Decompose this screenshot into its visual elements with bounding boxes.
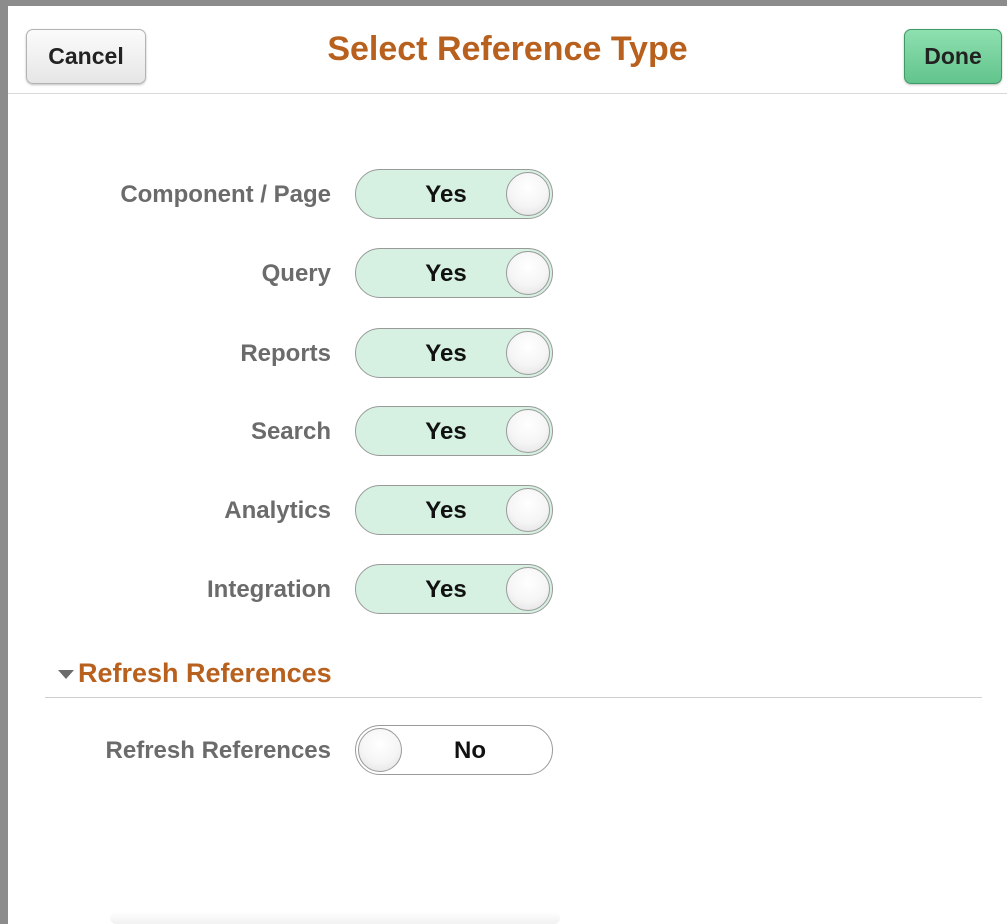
search-toggle[interactable]: Yes <box>355 406 553 456</box>
toggle-label: Component / Page <box>120 181 331 208</box>
refresh-references-toggle[interactable]: No <box>355 725 553 775</box>
toggle-value: Yes <box>425 418 467 445</box>
toggle-knob <box>506 567 550 611</box>
reports-toggle[interactable]: Yes <box>355 328 553 378</box>
toggle-row-refresh-references: Refresh References No <box>8 725 1007 775</box>
integration-toggle[interactable]: Yes <box>355 564 553 614</box>
bottom-shadow <box>110 912 560 924</box>
toggle-knob <box>506 251 550 295</box>
toggle-label: Search <box>250 418 331 445</box>
toggle-label: Query <box>261 260 331 287</box>
toggle-value: No <box>454 737 486 764</box>
toggle-knob <box>506 331 550 375</box>
toggle-value: Yes <box>425 576 467 603</box>
toggle-row-integration: Integration Yes <box>8 564 1007 614</box>
toggle-knob <box>358 728 402 772</box>
toggle-label: Refresh References <box>105 737 331 764</box>
modal-frame <box>0 0 1007 924</box>
toggle-value: Yes <box>425 260 467 287</box>
refresh-references-section-header[interactable]: Refresh References <box>52 656 982 696</box>
toggle-row-search: Search Yes <box>8 406 1007 456</box>
toggle-value: Yes <box>425 181 467 208</box>
cancel-button[interactable]: Cancel <box>26 29 146 84</box>
done-button[interactable]: Done <box>904 29 1002 84</box>
toggle-row-analytics: Analytics Yes <box>8 485 1007 535</box>
toggle-value: Yes <box>425 340 467 367</box>
section-divider <box>45 697 982 698</box>
toggle-label: Analytics <box>224 497 331 524</box>
toggle-knob <box>506 409 550 453</box>
toggle-row-component-page: Component / Page Yes <box>8 169 1007 219</box>
toggle-row-reports: Reports Yes <box>8 328 1007 378</box>
toggle-value: Yes <box>425 497 467 524</box>
toggle-label: Reports <box>240 340 331 367</box>
page-title: Select Reference Type <box>327 30 688 68</box>
toggle-knob <box>506 172 550 216</box>
toggle-row-query: Query Yes <box>8 248 1007 298</box>
analytics-toggle[interactable]: Yes <box>355 485 553 535</box>
triangle-down-icon <box>58 670 74 679</box>
toggle-label: Integration <box>207 576 331 603</box>
toggle-knob <box>506 488 550 532</box>
modal-header: Cancel Select Reference Type Done <box>8 6 1007 94</box>
component-page-toggle[interactable]: Yes <box>355 169 553 219</box>
query-toggle[interactable]: Yes <box>355 248 553 298</box>
section-title: Refresh References <box>78 658 332 688</box>
